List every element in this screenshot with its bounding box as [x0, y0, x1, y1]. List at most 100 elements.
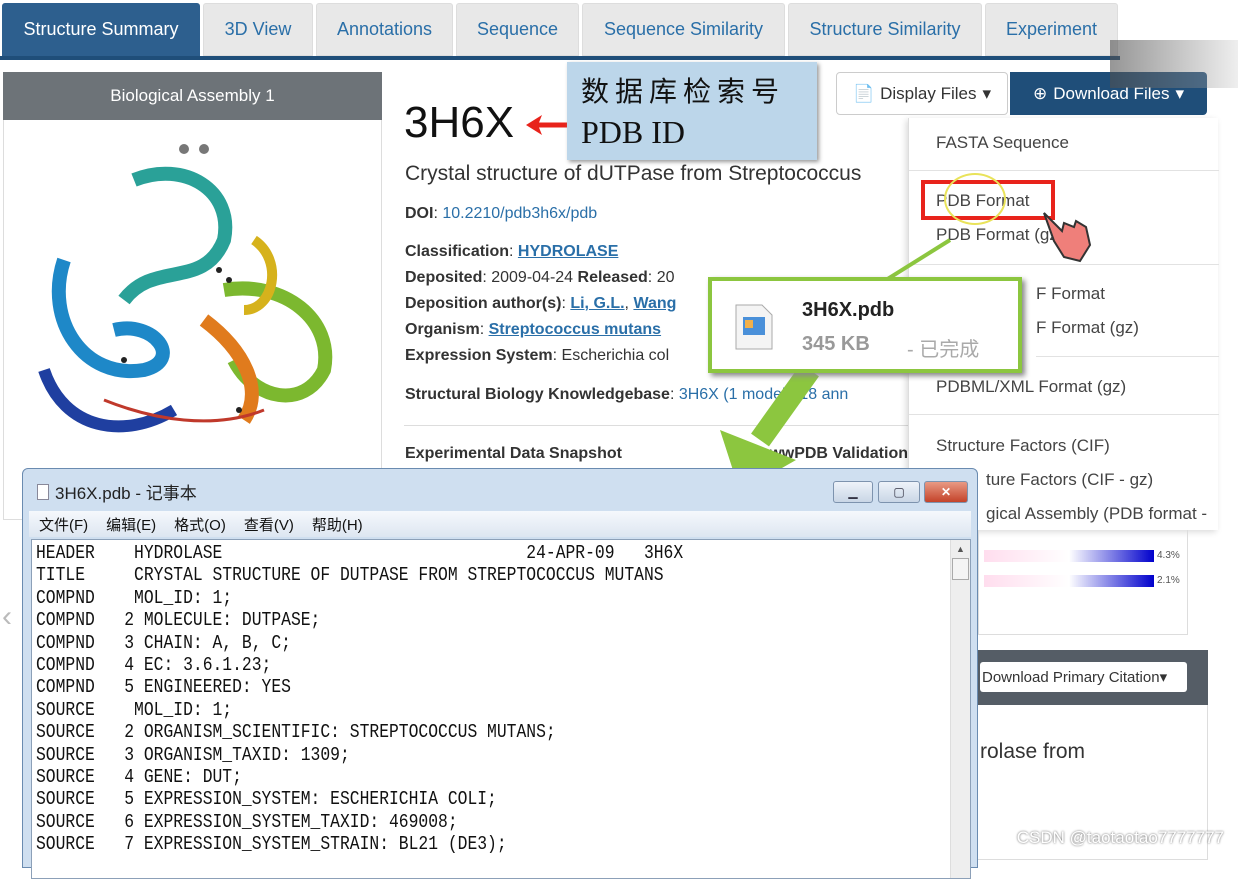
- scroll-up-arrow[interactable]: ▲: [951, 544, 970, 554]
- menu-edit[interactable]: 编辑(E): [106, 514, 156, 535]
- validation-chart: 4.3% 2.1%: [978, 530, 1188, 635]
- tab-sequence-similarity[interactable]: Sequence Similarity: [582, 3, 785, 56]
- author-link[interactable]: Wang: [633, 295, 676, 312]
- snapshot-heading: Experimental Data Snapshot: [405, 445, 622, 462]
- file-line: SOURCE 5 EXPRESSION_SYSTEM: ESCHERICHIA …: [36, 788, 497, 811]
- notepad-titlebar[interactable]: 3H6X.pdb - 记事本: [37, 479, 197, 504]
- dates-row: Deposited: 2009-04-24 Released: 20: [405, 269, 675, 286]
- file-icon: 📄: [852, 83, 875, 103]
- organism-link[interactable]: Streptococcus mutans: [489, 321, 661, 338]
- validation-percent: 4.3%: [1157, 550, 1180, 561]
- menu-format[interactable]: 格式(O): [174, 514, 226, 535]
- pdb-file-content: HEADER HYDROLASE 24-APR-09 3H6X TITLE CRY…: [36, 542, 683, 856]
- sbkb-label: Structural Biology Knowledgebase: [405, 386, 670, 403]
- scroll-thumb[interactable]: [952, 558, 969, 580]
- logo-overlay: [1110, 40, 1238, 88]
- download-icon: ⊕: [1032, 83, 1048, 103]
- notepad-text-area[interactable]: HEADER HYDROLASE 24-APR-09 3H6X TITLE CRY…: [31, 539, 971, 879]
- download-citation-label: Download Primary Citation: [982, 668, 1160, 686]
- popup-status: - 已完成: [907, 339, 980, 361]
- display-files-label: Display Files: [880, 83, 977, 103]
- doi-label: DOI: [405, 205, 434, 222]
- tab-annotations[interactable]: Annotations: [316, 3, 453, 56]
- file-line: SOURCE 6 EXPRESSION_SYSTEM_TAXID: 469008…: [36, 810, 458, 833]
- file-line: COMPND 2 MOLECULE: DUTPASE;: [36, 609, 321, 632]
- authors-label: Deposition author(s): [405, 295, 562, 312]
- expression-value: Escherichia col: [561, 347, 670, 364]
- maximize-button[interactable]: ▢: [878, 481, 920, 503]
- carousel-left-arrow[interactable]: ‹: [2, 600, 20, 640]
- tab-structure-similarity[interactable]: Structure Similarity: [788, 3, 982, 56]
- caret-down-icon: ▾: [1159, 669, 1168, 686]
- file-line: TITLE CRYSTAL STRUCTURE OF DUTPASE FROM …: [36, 564, 664, 587]
- authors-row: Deposition author(s): Li, G.L., Wang: [405, 295, 677, 312]
- caret-down-icon: ▾: [982, 83, 992, 103]
- expression-row: Expression System: Escherichia col: [405, 347, 670, 364]
- entry-title: Crystal structure of dUTPase from Strept…: [405, 162, 862, 185]
- menu-item-cif-format[interactable]: F Format: [1036, 284, 1105, 304]
- tab-structure-summary[interactable]: Structure Summary: [2, 3, 200, 56]
- deposited-label: Deposited: [405, 269, 483, 286]
- assembly-header: Biological Assembly 1: [3, 72, 382, 120]
- classification-link[interactable]: HYDROLASE: [518, 243, 618, 260]
- annotation-callout: 数据库检索号 PDB ID: [567, 62, 817, 160]
- expression-label: Expression System: [405, 347, 553, 364]
- file-line: COMPND 3 CHAIN: A, B, C;: [36, 631, 291, 654]
- watermark: CSDN @taotaotao7777777: [1016, 828, 1224, 847]
- tab-experiment[interactable]: Experiment: [985, 3, 1118, 56]
- menu-file[interactable]: 文件(F): [39, 514, 88, 535]
- file-line: SOURCE 7 EXPRESSION_SYSTEM_STRAIN: BL21 …: [36, 833, 507, 856]
- menu-item-biological-assembly[interactable]: gical Assembly (PDB format -: [986, 504, 1207, 524]
- minimize-button[interactable]: ▁: [833, 481, 873, 503]
- hand-pointer-icon: [1043, 212, 1092, 263]
- close-button[interactable]: ✕: [924, 481, 968, 503]
- file-line: SOURCE MOL_ID: 1;: [36, 698, 233, 721]
- file-line: COMPND MOL_ID: 1;: [36, 586, 233, 609]
- notepad-menubar: 文件(F) 编辑(E) 格式(O) 查看(V) 帮助(H): [29, 511, 971, 537]
- file-line: HEADER HYDROLASE 24-APR-09 3H6X: [36, 542, 684, 564]
- menu-item-structure-factors-gz[interactable]: ture Factors (CIF - gz): [986, 470, 1153, 490]
- citation-title: rolase from: [980, 740, 1086, 763]
- display-files-button[interactable]: 📄 Display Files ▾: [836, 72, 1008, 115]
- structure-viewer[interactable]: [3, 120, 382, 520]
- tab-bar: Structure Summary 3D View Annotations Se…: [0, 0, 1120, 60]
- classification-label: Classification: [405, 243, 510, 260]
- file-line: SOURCE 4 GENE: DUT;: [36, 766, 242, 789]
- notepad-title: 3H6X.pdb - 记事本: [55, 484, 197, 503]
- author-link[interactable]: Li, G.L.: [570, 295, 624, 312]
- notepad-icon: [37, 483, 49, 500]
- document-file-icon: [735, 304, 773, 350]
- deposited-date: 2009-04-24: [491, 269, 574, 286]
- notepad-window[interactable]: 3H6X.pdb - 记事本 ▁ ▢ ✕ 文件(F) 编辑(E) 格式(O) 查…: [22, 468, 978, 879]
- red-arrow-annotation: [526, 115, 568, 135]
- pdb-id-title: 3H6X: [404, 98, 515, 147]
- file-line: COMPND 4 EC: 3.6.1.23;: [36, 654, 272, 677]
- popup-filename: 3H6X.pdb: [802, 299, 895, 321]
- doi-link[interactable]: 10.2210/pdb3h6x/pdb: [442, 205, 597, 222]
- vertical-scrollbar[interactable]: ▲: [950, 540, 970, 878]
- popup-size: 345 KB: [802, 333, 870, 355]
- validation-percent: 2.1%: [1157, 575, 1180, 586]
- tab-3d-view[interactable]: 3D View: [203, 3, 313, 56]
- released-date: 20: [656, 269, 675, 286]
- download-citation-button[interactable]: Download Primary Citation ▾: [980, 662, 1187, 692]
- annotation-cn: 数据库检索号: [581, 75, 786, 108]
- validation-bar: [984, 575, 1154, 587]
- organism-row: Organism: Streptococcus mutans: [405, 321, 662, 338]
- annotation-en: PDB ID: [581, 114, 686, 150]
- file-line: SOURCE 2 ORGANISM_SCIENTIFIC: STREPTOCOC…: [36, 721, 556, 744]
- organism-label: Organism: [405, 321, 480, 338]
- menu-help[interactable]: 帮助(H): [312, 514, 363, 535]
- classification-row: Classification: HYDROLASE: [405, 243, 619, 260]
- file-line: COMPND 5 ENGINEERED: YES: [36, 676, 291, 699]
- click-indicator: [944, 173, 1006, 225]
- menu-item-cif-format-gz[interactable]: F Format (gz): [1036, 318, 1139, 338]
- tab-sequence[interactable]: Sequence: [456, 3, 579, 56]
- menu-view[interactable]: 查看(V): [244, 514, 294, 535]
- download-complete-popup[interactable]: 3H6X.pdb 345 KB - 已完成: [708, 277, 1022, 373]
- file-line: SOURCE 3 ORGANISM_TAXID: 1309;: [36, 743, 350, 766]
- released-label: Released: [577, 269, 648, 286]
- doi-row: DOI: 10.2210/pdb3h6x/pdb: [405, 205, 598, 222]
- validation-bar: [984, 550, 1154, 562]
- menu-item-fasta[interactable]: FASTA Sequence: [936, 133, 1069, 153]
